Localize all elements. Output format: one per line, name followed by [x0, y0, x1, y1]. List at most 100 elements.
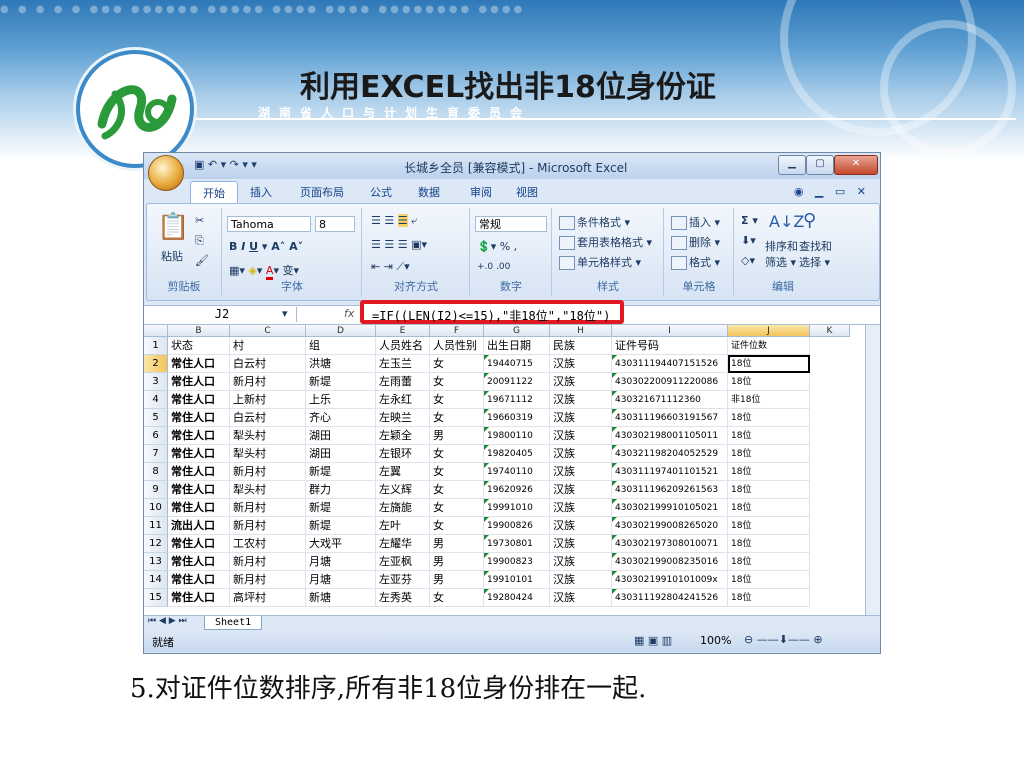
table-cell[interactable]: 430302199008235016: [612, 553, 728, 571]
table-cell[interactable]: 常住人口: [168, 355, 230, 373]
sheet-nav-buttons[interactable]: ⏮ ◀ ▶ ⏭: [148, 616, 187, 626]
table-cell[interactable]: 左永红: [376, 391, 430, 409]
sheet-tab-sheet1[interactable]: Sheet1: [204, 616, 263, 630]
fill-icon[interactable]: ⬇▾: [741, 234, 756, 247]
find-select-label[interactable]: 查找和 选择 ▾: [799, 238, 832, 270]
tab-view[interactable]: 视图: [516, 184, 538, 200]
header-cell[interactable]: 村: [230, 337, 306, 355]
table-cell[interactable]: 18位: [728, 571, 810, 589]
table-cell[interactable]: 20091122: [484, 373, 550, 391]
table-cell[interactable]: 女: [430, 481, 484, 499]
header-cell[interactable]: 人员性别: [430, 337, 484, 355]
tab-formulas[interactable]: 公式: [370, 184, 392, 200]
table-cell[interactable]: 常住人口: [168, 553, 230, 571]
table-cell[interactable]: 汉族: [550, 499, 612, 517]
table-cell[interactable]: 新堤: [306, 499, 376, 517]
column-header-c[interactable]: C: [230, 325, 306, 337]
table-cell[interactable]: 18位: [728, 445, 810, 463]
table-cell[interactable]: 430302199008265020: [612, 517, 728, 535]
table-cell[interactable]: 女: [430, 391, 484, 409]
spreadsheet-grid[interactable]: B C D E F G H I J K 1 状态村组人员姓名 人员性别 出生日期 民族 证件号码 证件位数 2 常住…: [144, 325, 880, 615]
header-cell[interactable]: 状态: [168, 337, 230, 355]
row-header[interactable]: 1: [144, 337, 168, 355]
name-box[interactable]: J2: [148, 307, 297, 322]
vertical-align-buttons[interactable]: ☰ ☰ ☰ ⤶: [371, 214, 417, 228]
table-cell[interactable]: 常住人口: [168, 409, 230, 427]
row-header[interactable]: 5: [144, 409, 168, 427]
table-cell[interactable]: 左旖旎: [376, 499, 430, 517]
row-header[interactable]: 13: [144, 553, 168, 571]
table-cell[interactable]: 女: [430, 355, 484, 373]
table-cell[interactable]: 新堤: [306, 463, 376, 481]
table-cell[interactable]: 430302199910105021: [612, 499, 728, 517]
table-cell[interactable]: 汉族: [550, 409, 612, 427]
table-cell[interactable]: 18位: [728, 409, 810, 427]
table-cell[interactable]: 常住人口: [168, 499, 230, 517]
row-header[interactable]: 11: [144, 517, 168, 535]
table-cell[interactable]: 左义辉: [376, 481, 430, 499]
table-cell[interactable]: 汉族: [550, 571, 612, 589]
table-cell[interactable]: 常住人口: [168, 391, 230, 409]
table-cell[interactable]: 男: [430, 571, 484, 589]
table-cell[interactable]: 左耀华: [376, 535, 430, 553]
table-cell[interactable]: 新塘: [306, 589, 376, 607]
table-cell[interactable]: 19280424: [484, 589, 550, 607]
table-cell[interactable]: 19991010: [484, 499, 550, 517]
vertical-scrollbar[interactable]: [865, 325, 880, 615]
table-cell[interactable]: 女: [430, 409, 484, 427]
quick-access-toolbar[interactable]: ▣ ↶ ▾ ↷ ▾ ▾: [194, 158, 257, 171]
table-cell[interactable]: 常住人口: [168, 571, 230, 589]
table-cell[interactable]: 犁头村: [230, 427, 306, 445]
row-header[interactable]: 14: [144, 571, 168, 589]
table-cell[interactable]: 常住人口: [168, 427, 230, 445]
table-cell[interactable]: 18位: [728, 463, 810, 481]
table-cell[interactable]: 非18位: [728, 391, 810, 409]
table-cell[interactable]: 19740110: [484, 463, 550, 481]
row-header[interactable]: 9: [144, 481, 168, 499]
table-cell[interactable]: 左颖全: [376, 427, 430, 445]
table-cell[interactable]: 犁头村: [230, 445, 306, 463]
table-cell[interactable]: 19730801: [484, 535, 550, 553]
table-cell[interactable]: 430311196209261563: [612, 481, 728, 499]
column-header-k[interactable]: K: [810, 325, 850, 337]
copy-icon[interactable]: ⎘: [195, 234, 204, 248]
column-header-b[interactable]: B: [168, 325, 230, 337]
column-header-i[interactable]: I: [612, 325, 728, 337]
row-header[interactable]: 8: [144, 463, 168, 481]
table-cell[interactable]: 新月村: [230, 571, 306, 589]
table-cell[interactable]: 高坪村: [230, 589, 306, 607]
view-buttons[interactable]: ▦ ▣ ▥: [634, 634, 672, 647]
table-cell[interactable]: 430311196603191567: [612, 409, 728, 427]
table-cell[interactable]: 左亚芬: [376, 571, 430, 589]
table-cell[interactable]: 430321671112360: [612, 391, 728, 409]
table-cell[interactable]: 左翼: [376, 463, 430, 481]
column-header-f[interactable]: F: [430, 325, 484, 337]
font-name-select[interactable]: Tahoma: [227, 216, 311, 232]
paste-icon[interactable]: 📋: [157, 212, 189, 242]
table-cell[interactable]: 19440715: [484, 355, 550, 373]
table-cell[interactable]: 新堤: [306, 373, 376, 391]
table-cell[interactable]: 18位: [728, 481, 810, 499]
tab-review[interactable]: 审阅: [470, 184, 492, 200]
table-cell[interactable]: 左雨蕾: [376, 373, 430, 391]
table-cell[interactable]: 男: [430, 427, 484, 445]
row-header[interactable]: 3: [144, 373, 168, 391]
table-cell[interactable]: 汉族: [550, 535, 612, 553]
close-button[interactable]: ✕: [834, 155, 878, 175]
table-cell[interactable]: 常住人口: [168, 589, 230, 607]
table-cell[interactable]: 齐心: [306, 409, 376, 427]
header-cell[interactable]: 组: [306, 337, 376, 355]
table-cell[interactable]: 上新村: [230, 391, 306, 409]
table-cell[interactable]: 男: [430, 553, 484, 571]
table-cell[interactable]: 汉族: [550, 445, 612, 463]
indent-orientation-buttons[interactable]: ⇤ ⇥ ⟋▾: [371, 260, 410, 274]
border-fill-color-buttons[interactable]: ▦▾ ◈▾ A▾ 变▾: [229, 262, 299, 280]
table-cell[interactable]: 430321198204052529: [612, 445, 728, 463]
table-cell[interactable]: 430302198001105011: [612, 427, 728, 445]
table-cell[interactable]: 430311194407151526: [612, 355, 728, 373]
fx-icon[interactable]: fx: [344, 307, 354, 320]
column-header-e[interactable]: E: [376, 325, 430, 337]
table-cell[interactable]: 汉族: [550, 589, 612, 607]
column-header-h[interactable]: H: [550, 325, 612, 337]
paste-button[interactable]: 粘贴: [161, 248, 183, 264]
